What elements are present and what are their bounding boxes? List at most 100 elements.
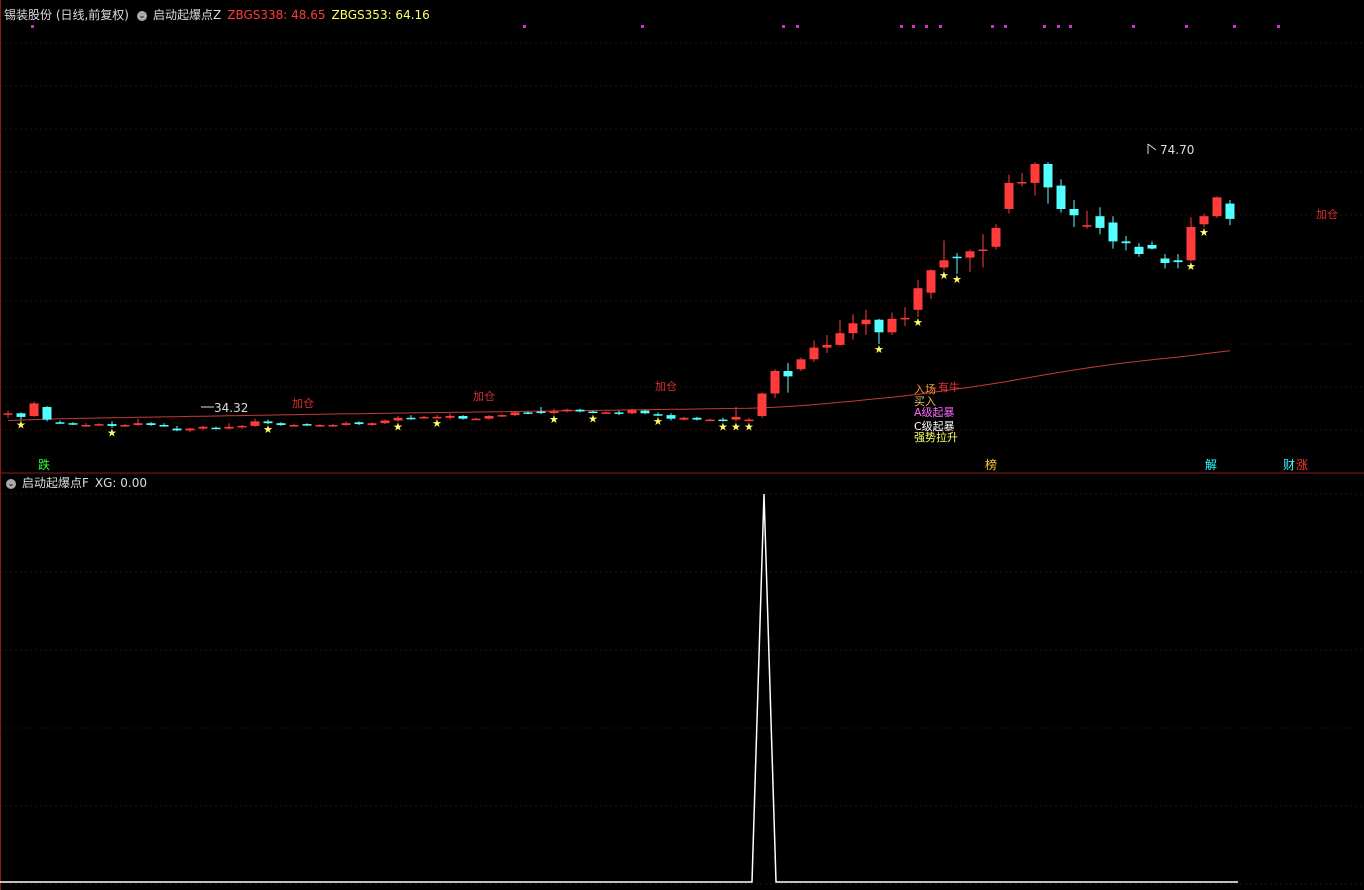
bottom-die-label: 跌 [38,457,50,472]
candle-body [55,422,65,424]
signal-dot [641,25,644,28]
candle-body [185,428,195,431]
candle-body [107,424,117,426]
candle-body [1134,246,1144,254]
candle-body [965,251,975,258]
jiacang-label: 加仓 [292,396,314,410]
candle-body [1147,245,1157,249]
star-icon: ★ [874,343,884,356]
candle-body [484,416,494,419]
candle-body [276,423,286,425]
candle-body [94,424,104,426]
candle-body [939,260,949,268]
candle-body [302,424,312,426]
star-icon: ★ [1199,226,1209,239]
candle-body [68,423,78,425]
candle-body [874,319,884,333]
star-icon: ★ [913,316,923,329]
candle-body [354,422,364,425]
candle-body [1082,225,1092,227]
main-header: 锡装股份 (日线,前复权) ⌄ 启动起爆点Z ZBGS338: 48.65 ZBGS35… [4,6,436,23]
candle-body [835,333,845,345]
signal-dot [523,25,526,28]
youniu-label: 有牛 [938,380,960,394]
candle-body [627,409,637,414]
zbgs338-value: ZBGS338: 48.65 [227,8,326,22]
candle-body [198,426,208,429]
candle-body [1056,185,1066,209]
candle-body [692,417,702,420]
candle-body [562,409,572,412]
candle-body [3,413,13,415]
candle-body [978,249,988,251]
candle-body [575,409,585,412]
candle-body [510,412,520,416]
candle-body [952,256,962,259]
candle-body [16,413,26,417]
qiangshi-label: 强势拉升 [914,430,958,444]
candle-body [822,344,832,348]
bottom-jie-label: 解 [1205,458,1217,472]
candle-body [614,412,624,414]
signal-dot [1069,25,1072,28]
star-icon: ★ [588,412,598,425]
candle-body [328,425,338,427]
candle-body [523,412,533,414]
indicator-name[interactable]: 启动起爆点Z [153,8,221,22]
signal-dot [1132,25,1135,28]
sub-header: ⌄ 启动起爆点F XG: 0.00 [4,474,153,491]
candle-body [861,319,871,325]
candle-body [81,425,91,427]
candle-body [1095,216,1105,228]
signal-dot [1185,25,1188,28]
candle-body [679,417,689,420]
candle-body [406,417,416,420]
star-icon: ★ [718,420,728,433]
zbgs353-value: ZBGS353: 64.16 [331,8,430,22]
candle-body [757,393,767,416]
star-icon: ★ [263,423,273,436]
signal-dot [1233,25,1236,28]
signal-dot [991,25,994,28]
candle-body [497,415,507,417]
candle-body [289,425,299,427]
chevron-down-icon[interactable]: ⌄ [137,10,147,21]
candle-body [1043,164,1053,188]
candle-body [341,423,351,425]
candle-body [367,423,377,425]
candle-body [887,318,897,333]
candle-body [705,419,715,422]
high-price-label: 74.70 [1160,143,1194,157]
chevron-down-icon[interactable]: ⌄ [6,478,16,489]
candle-body [133,423,143,425]
sub-indicator-name[interactable]: 启动起爆点F [22,476,89,490]
star-icon: ★ [939,269,949,282]
jiacang-label: 加仓 [473,389,495,403]
candle-body [913,288,923,310]
candle-body [601,412,611,414]
candle-body [380,420,390,424]
bottom-zhang-label: 涨 [1296,457,1308,472]
candle-body [783,371,793,377]
candle-body [146,423,156,425]
star-icon: ★ [731,420,741,433]
jiacang-label: 加仓 [1316,207,1338,221]
a-ji-label: A级起暴 [914,406,955,419]
star-icon: ★ [653,415,663,428]
stock-title[interactable]: 锡装股份 (日线,前复权) [4,8,129,22]
candle-body [120,425,130,427]
signal-dot [1004,25,1007,28]
signal-dot [782,25,785,28]
signal-dot [912,25,915,28]
candle-body [809,347,819,360]
star-icon: ★ [1186,260,1196,273]
chart-canvas: ★★ ★ ★ ★ ★ ★ ★ ★ ★ ★★★★ ★★★ 74.70 34.32 加仓 加仓 加仓 加… [0,0,1364,890]
candle-body [1212,197,1222,217]
signal-dot [1043,25,1046,28]
candle-body [237,425,247,428]
candle-body [1199,216,1209,225]
star-icon: ★ [744,420,754,433]
candle-body [731,416,741,420]
signal-dot [1057,25,1060,28]
candle-body [471,418,481,421]
